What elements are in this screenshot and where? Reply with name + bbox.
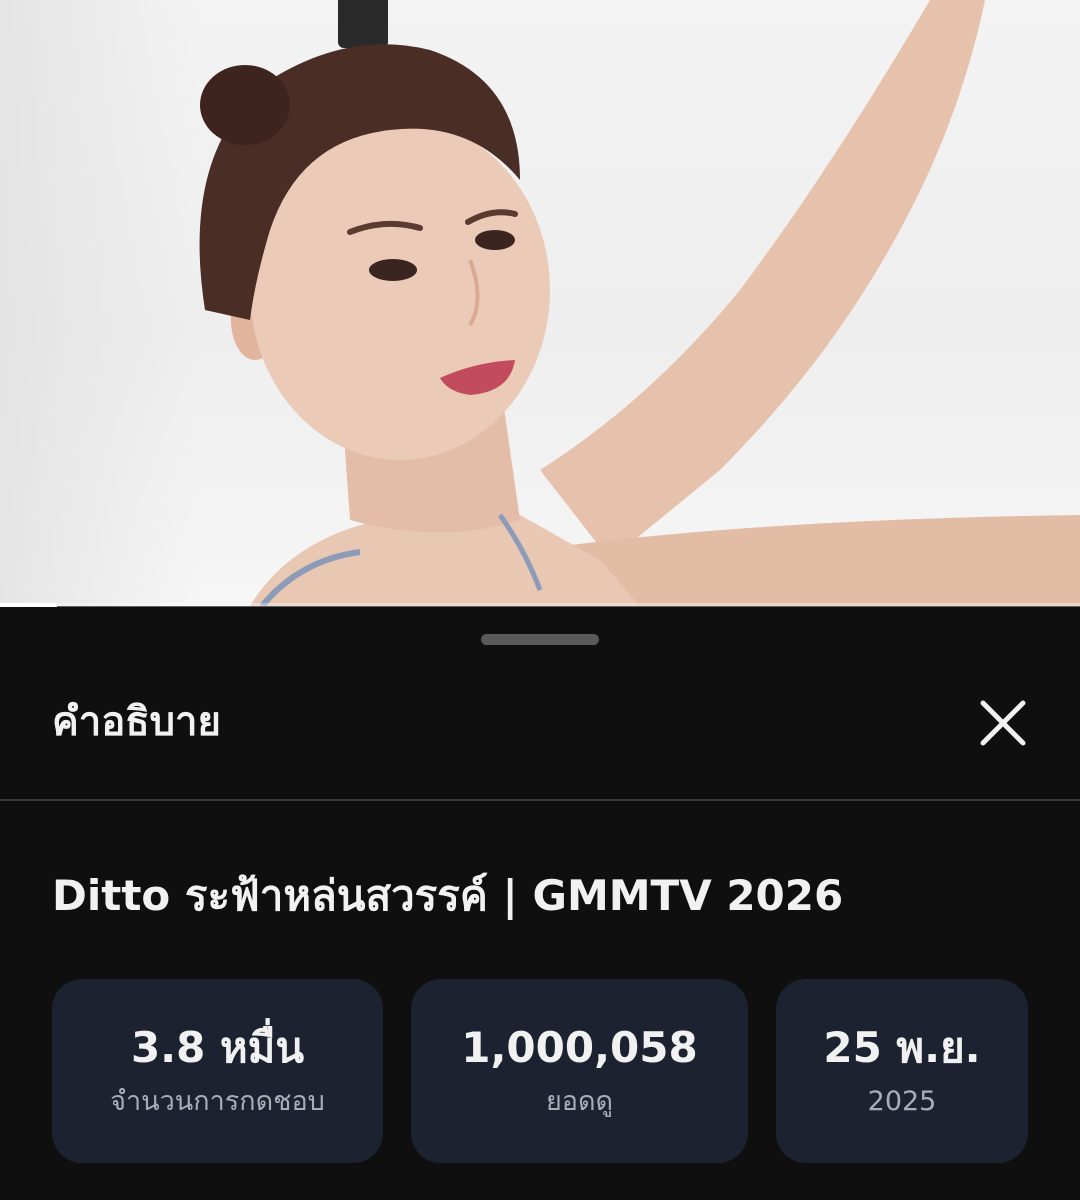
video-player[interactable] — [0, 0, 1080, 606]
views-count: 1,000,058 — [461, 1023, 698, 1072]
description-sheet: คำอธิบาย Ditto ระฟ้าหล่นสวรรค์ | GMMTV 2… — [0, 608, 1080, 1200]
video-title: Ditto ระฟ้าหล่นสวรรค์ | GMMTV 2026 — [52, 871, 844, 920]
likes-count: 3.8 หมื่น — [130, 1023, 305, 1072]
drag-handle[interactable] — [481, 634, 599, 645]
video-progress-bar[interactable] — [0, 603, 1080, 607]
header-divider — [0, 799, 1080, 801]
publish-date: 25 พ.ย. — [823, 1023, 981, 1072]
video-progress-fill — [0, 603, 58, 607]
sheet-title: คำอธิบาย — [52, 699, 221, 745]
close-button[interactable] — [968, 688, 1038, 758]
publish-year: 2025 — [867, 1086, 937, 1117]
likes-label: จำนวนการกดชอบ — [110, 1086, 325, 1117]
close-icon — [980, 700, 1026, 746]
views-label: ยอดดู — [545, 1086, 614, 1117]
date-stat-card: 25 พ.ย. 2025 — [776, 979, 1028, 1163]
video-frame-person-illustration — [199, 0, 1080, 606]
likes-stat-card: 3.8 หมื่น จำนวนการกดชอบ — [52, 979, 383, 1163]
views-stat-card: 1,000,058 ยอดดู — [411, 979, 748, 1163]
